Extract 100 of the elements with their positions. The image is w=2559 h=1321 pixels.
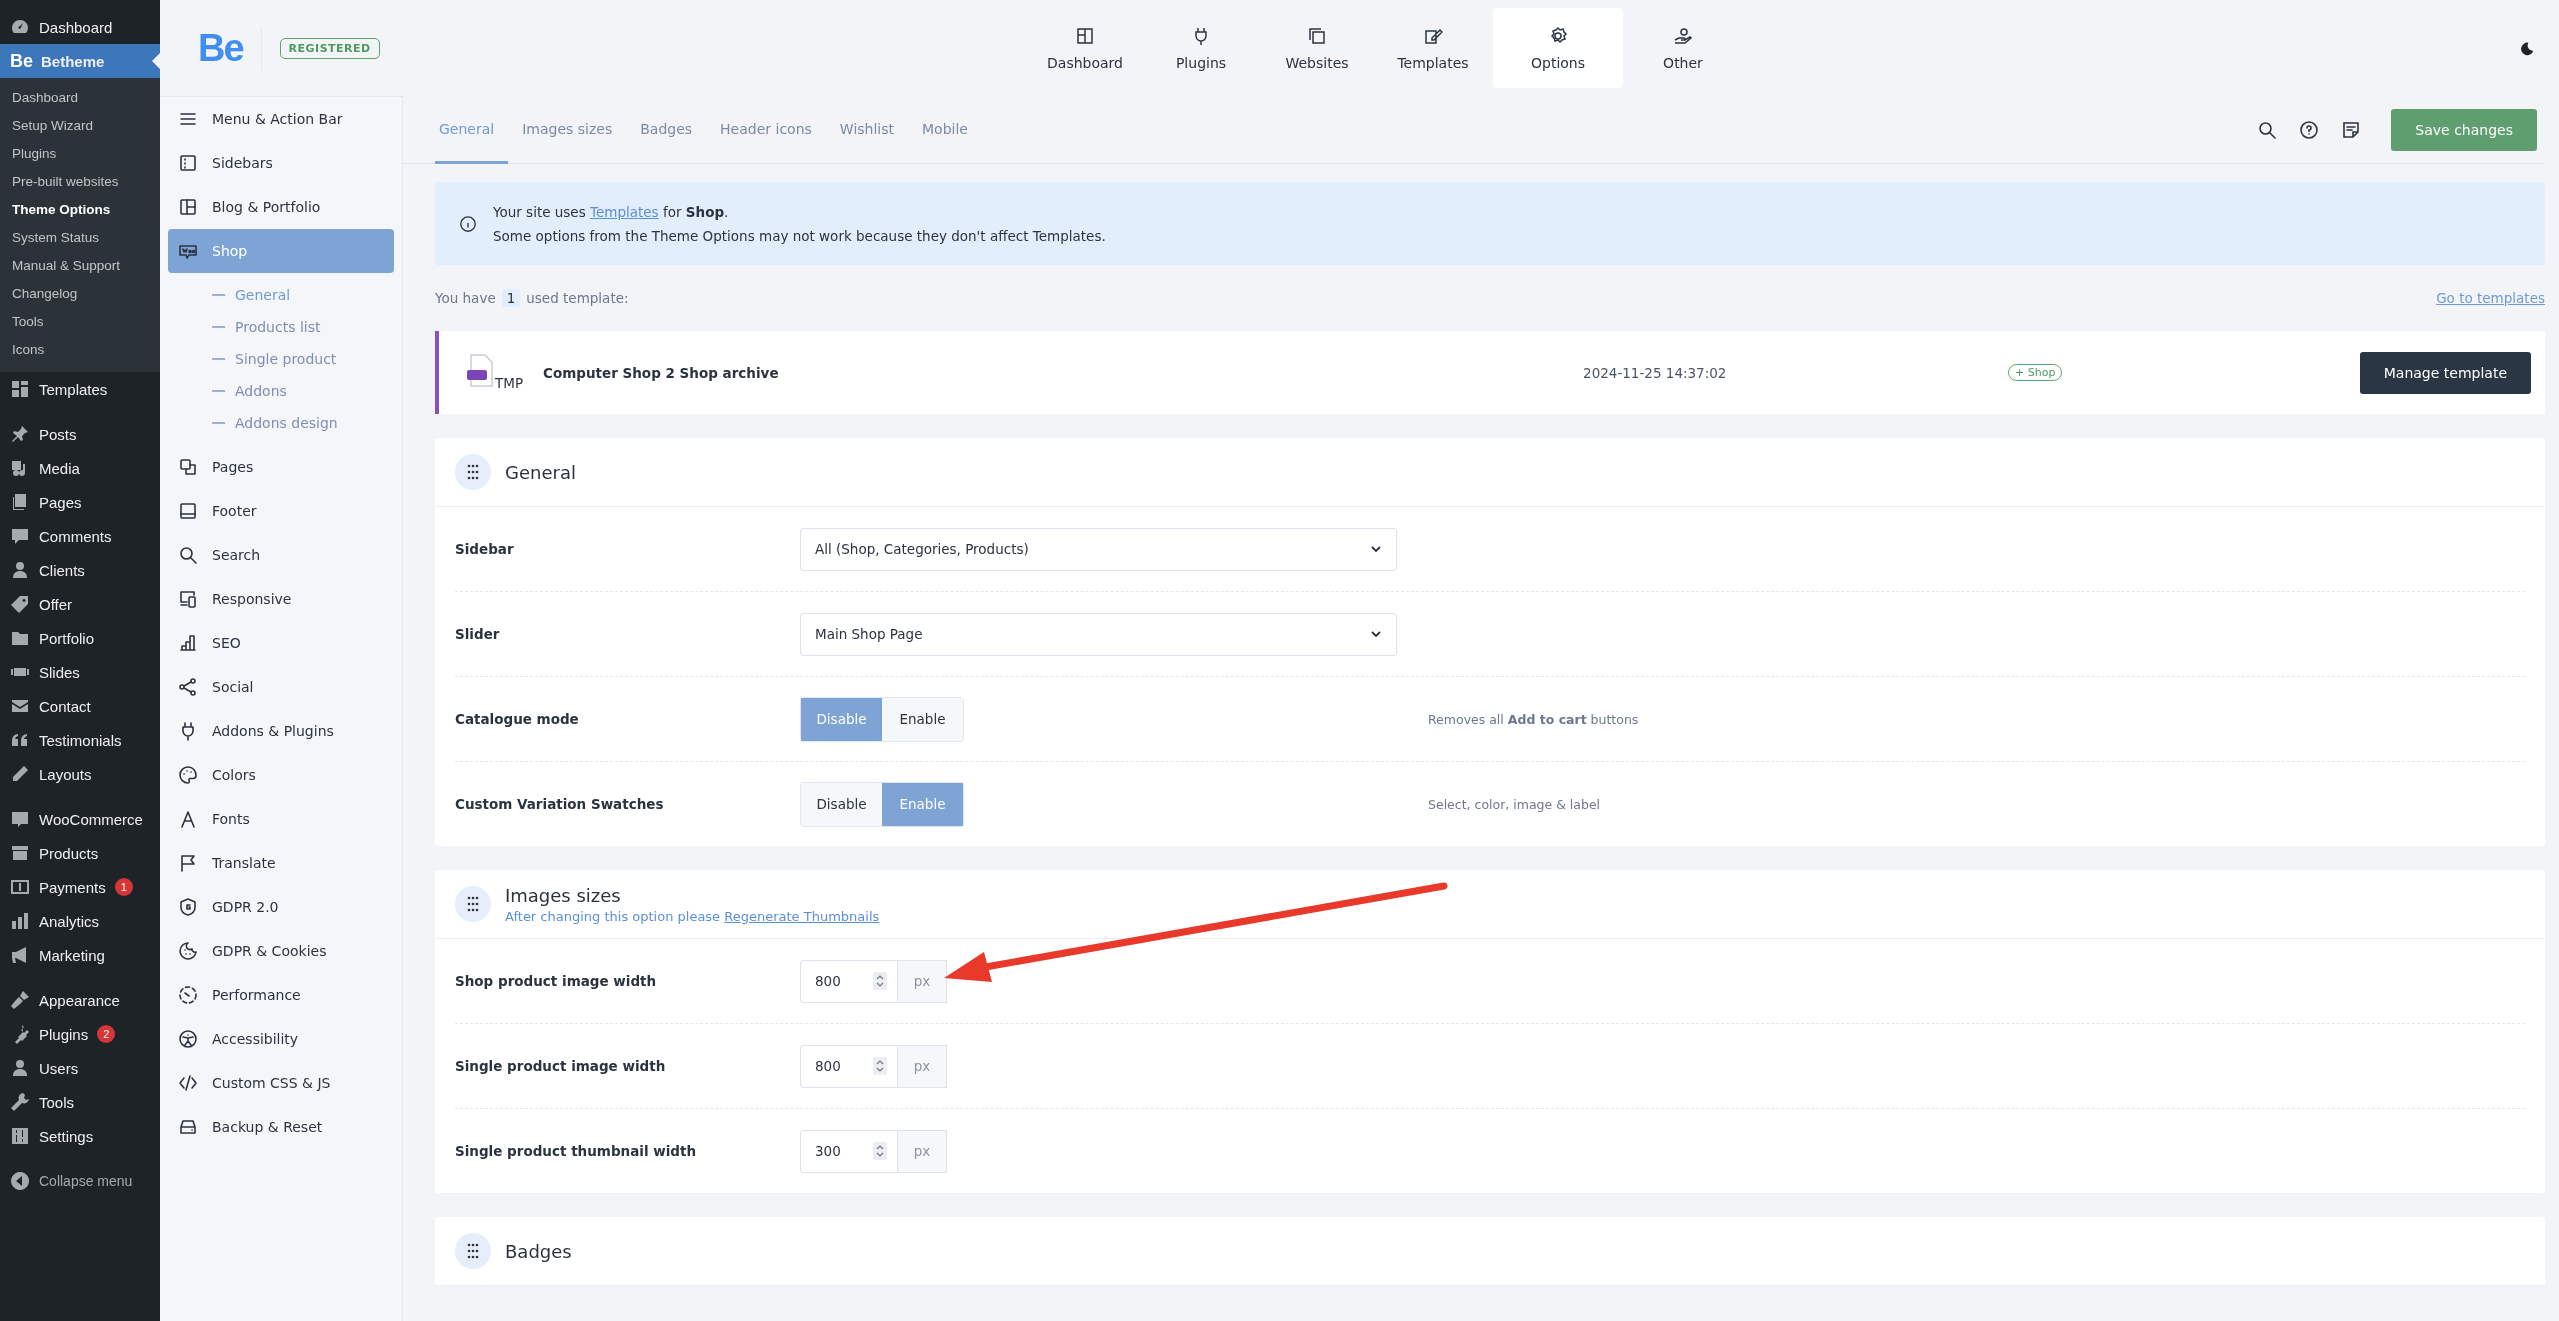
admin-menu-item[interactable]: Appearance: [0, 983, 160, 1017]
admin-menu-item[interactable]: Products: [0, 836, 160, 870]
options-menu-item[interactable]: Accessibility: [168, 1017, 394, 1061]
options-menu-item[interactable]: Search: [168, 533, 394, 577]
admin-menu-item[interactable]: WooCommerce: [0, 802, 160, 836]
admin-menu-item[interactable]: Posts: [0, 417, 160, 451]
pencil-icon: [10, 764, 30, 784]
sidebar-icon: [178, 153, 198, 173]
submenu-item[interactable]: Theme Options: [0, 196, 160, 224]
options-menu-item[interactable]: SEO: [168, 621, 394, 665]
caret-icon: [1370, 628, 1382, 640]
admin-menu-item[interactable]: Analytics: [0, 904, 160, 938]
help-icon[interactable]: [2299, 120, 2320, 140]
brand-logo: Be: [198, 26, 262, 70]
notice-text: Some options from the Theme Options may not work because they don't affect Templates.: [493, 227, 1106, 244]
admin-menu-item[interactable]: Media: [0, 451, 160, 485]
admin-menu-item[interactable]: Portfolio: [0, 621, 160, 655]
options-menu-item[interactable]: Fonts: [168, 797, 394, 841]
admin-menu-item[interactable]: Clients: [0, 553, 160, 587]
unit-label: px: [898, 1044, 947, 1088]
options-menu-item[interactable]: Addons & Plugins: [168, 709, 394, 753]
admin-menu-item[interactable]: Payments 1: [0, 870, 160, 904]
bar-chart-icon: [178, 633, 198, 653]
file-type-label: TMP: [495, 375, 524, 391]
bar-chart-icon: [10, 911, 30, 931]
search-icon[interactable]: [2257, 120, 2278, 140]
toggle-option[interactable]: Enable: [882, 697, 963, 741]
submenu-item[interactable]: Pre-built websites: [0, 168, 160, 196]
person-icon: [10, 560, 30, 580]
options-menu-item[interactable]: Social: [168, 665, 394, 709]
font-icon: [178, 809, 198, 829]
drag-handle-icon: [455, 454, 491, 490]
registered-badge: REGISTERED: [279, 37, 380, 59]
nav-tab[interactable]: Other: [1627, 8, 1739, 88]
options-menu-item[interactable]: Blog & Portfolio: [168, 185, 394, 229]
sliders-icon: [10, 1126, 30, 1146]
select-field[interactable]: Main Shop Page: [800, 612, 1397, 656]
options-menu-item[interactable]: Responsive: [168, 577, 394, 621]
field-label: Single product thumbnail width: [455, 1143, 698, 1159]
nav-tab[interactable]: Templates: [1377, 8, 1489, 88]
nav-tab[interactable]: Options: [1493, 8, 1623, 88]
nav-tab[interactable]: Dashboard: [1029, 8, 1141, 88]
tag-icon: [10, 594, 30, 614]
toggle-option[interactable]: Disable: [801, 782, 882, 826]
submenu-item[interactable]: System Status: [0, 224, 160, 252]
options-menu-item[interactable]: Translate: [168, 841, 394, 885]
nav-tab[interactable]: Websites: [1261, 8, 1373, 88]
spinner-icon: [873, 1057, 887, 1075]
options-menu-item[interactable]: Custom CSS & JS: [168, 1061, 394, 1105]
admin-menu-item[interactable]: Users: [0, 1051, 160, 1085]
submenu-item[interactable]: Changelog: [0, 280, 160, 308]
admin-menu-item[interactable]: Offer: [0, 587, 160, 621]
number-field[interactable]: 800: [800, 959, 898, 1003]
submenu-item[interactable]: Tools: [0, 308, 160, 336]
admin-menu-item[interactable]: Be Betheme: [0, 44, 160, 78]
submenu-item[interactable]: Manual & Support: [0, 252, 160, 280]
submenu-item[interactable]: Plugins: [0, 140, 160, 168]
speech-bubble-icon: [10, 809, 30, 829]
admin-menu-item[interactable]: Marketing: [0, 938, 160, 972]
manage-template-button[interactable]: Manage template: [2359, 351, 2531, 394]
admin-menu-item[interactable]: Testimonials: [0, 723, 160, 757]
admin-menu-item[interactable]: Templates: [0, 372, 160, 406]
options-menu-item[interactable]: Sidebars: [168, 141, 394, 185]
field-label: Custom Variation Swatches: [455, 796, 665, 812]
pin-icon: [10, 424, 30, 444]
submenu-item[interactable]: Icons: [0, 336, 160, 364]
field-description: Removes all Add to cart buttons: [1428, 711, 1639, 727]
gauge-icon: [178, 985, 198, 1005]
accessibility-icon: [178, 1029, 198, 1049]
collapse-menu-button[interactable]: Collapse menu: [0, 1164, 160, 1198]
field-description: Select, color, image & label: [1428, 796, 1601, 812]
notes-icon[interactable]: [2341, 120, 2362, 140]
options-menu-item[interactable]: GDPR & Cookies: [168, 929, 394, 973]
number-field[interactable]: 800: [800, 1044, 898, 1088]
code-icon: [178, 1073, 198, 1093]
submenu-item[interactable]: Setup Wizard: [0, 112, 160, 140]
options-menu-item[interactable]: Performance: [168, 973, 394, 1017]
number-field[interactable]: 300: [800, 1129, 898, 1173]
select-field[interactable]: All (Shop, Categories, Products): [800, 527, 1397, 571]
nav-tab[interactable]: Plugins: [1145, 8, 1257, 88]
options-menu-item[interactable]: Backup & Reset: [168, 1105, 394, 1149]
options-menu-item[interactable]: GDPR 2.0: [168, 885, 394, 929]
admin-menu-item[interactable]: Plugins 2: [0, 1017, 160, 1051]
options-menu-item[interactable]: Menu & Action Bar: [168, 97, 394, 141]
options-menu-item[interactable]: Pages: [168, 445, 394, 489]
admin-menu-item[interactable]: Comments: [0, 519, 160, 553]
admin-menu-item[interactable]: Tools: [0, 1085, 160, 1119]
submenu-item[interactable]: Dashboard: [0, 84, 160, 112]
admin-menu-item[interactable]: Settings: [0, 1119, 160, 1153]
box-icon: [10, 843, 30, 863]
admin-menu-item[interactable]: Layouts: [0, 757, 160, 791]
options-menu-item[interactable]: Footer: [168, 489, 394, 533]
admin-menu-item[interactable]: Slides: [0, 655, 160, 689]
options-menu-item[interactable]: Colors: [168, 753, 394, 797]
info-icon: [459, 214, 477, 233]
admin-menu-item[interactable]: Pages: [0, 485, 160, 519]
admin-menu-item[interactable]: Dashboard: [0, 10, 160, 44]
admin-menu-item[interactable]: Contact: [0, 689, 160, 723]
file-icon: [467, 354, 495, 388]
grid-icon: [1075, 25, 1095, 46]
